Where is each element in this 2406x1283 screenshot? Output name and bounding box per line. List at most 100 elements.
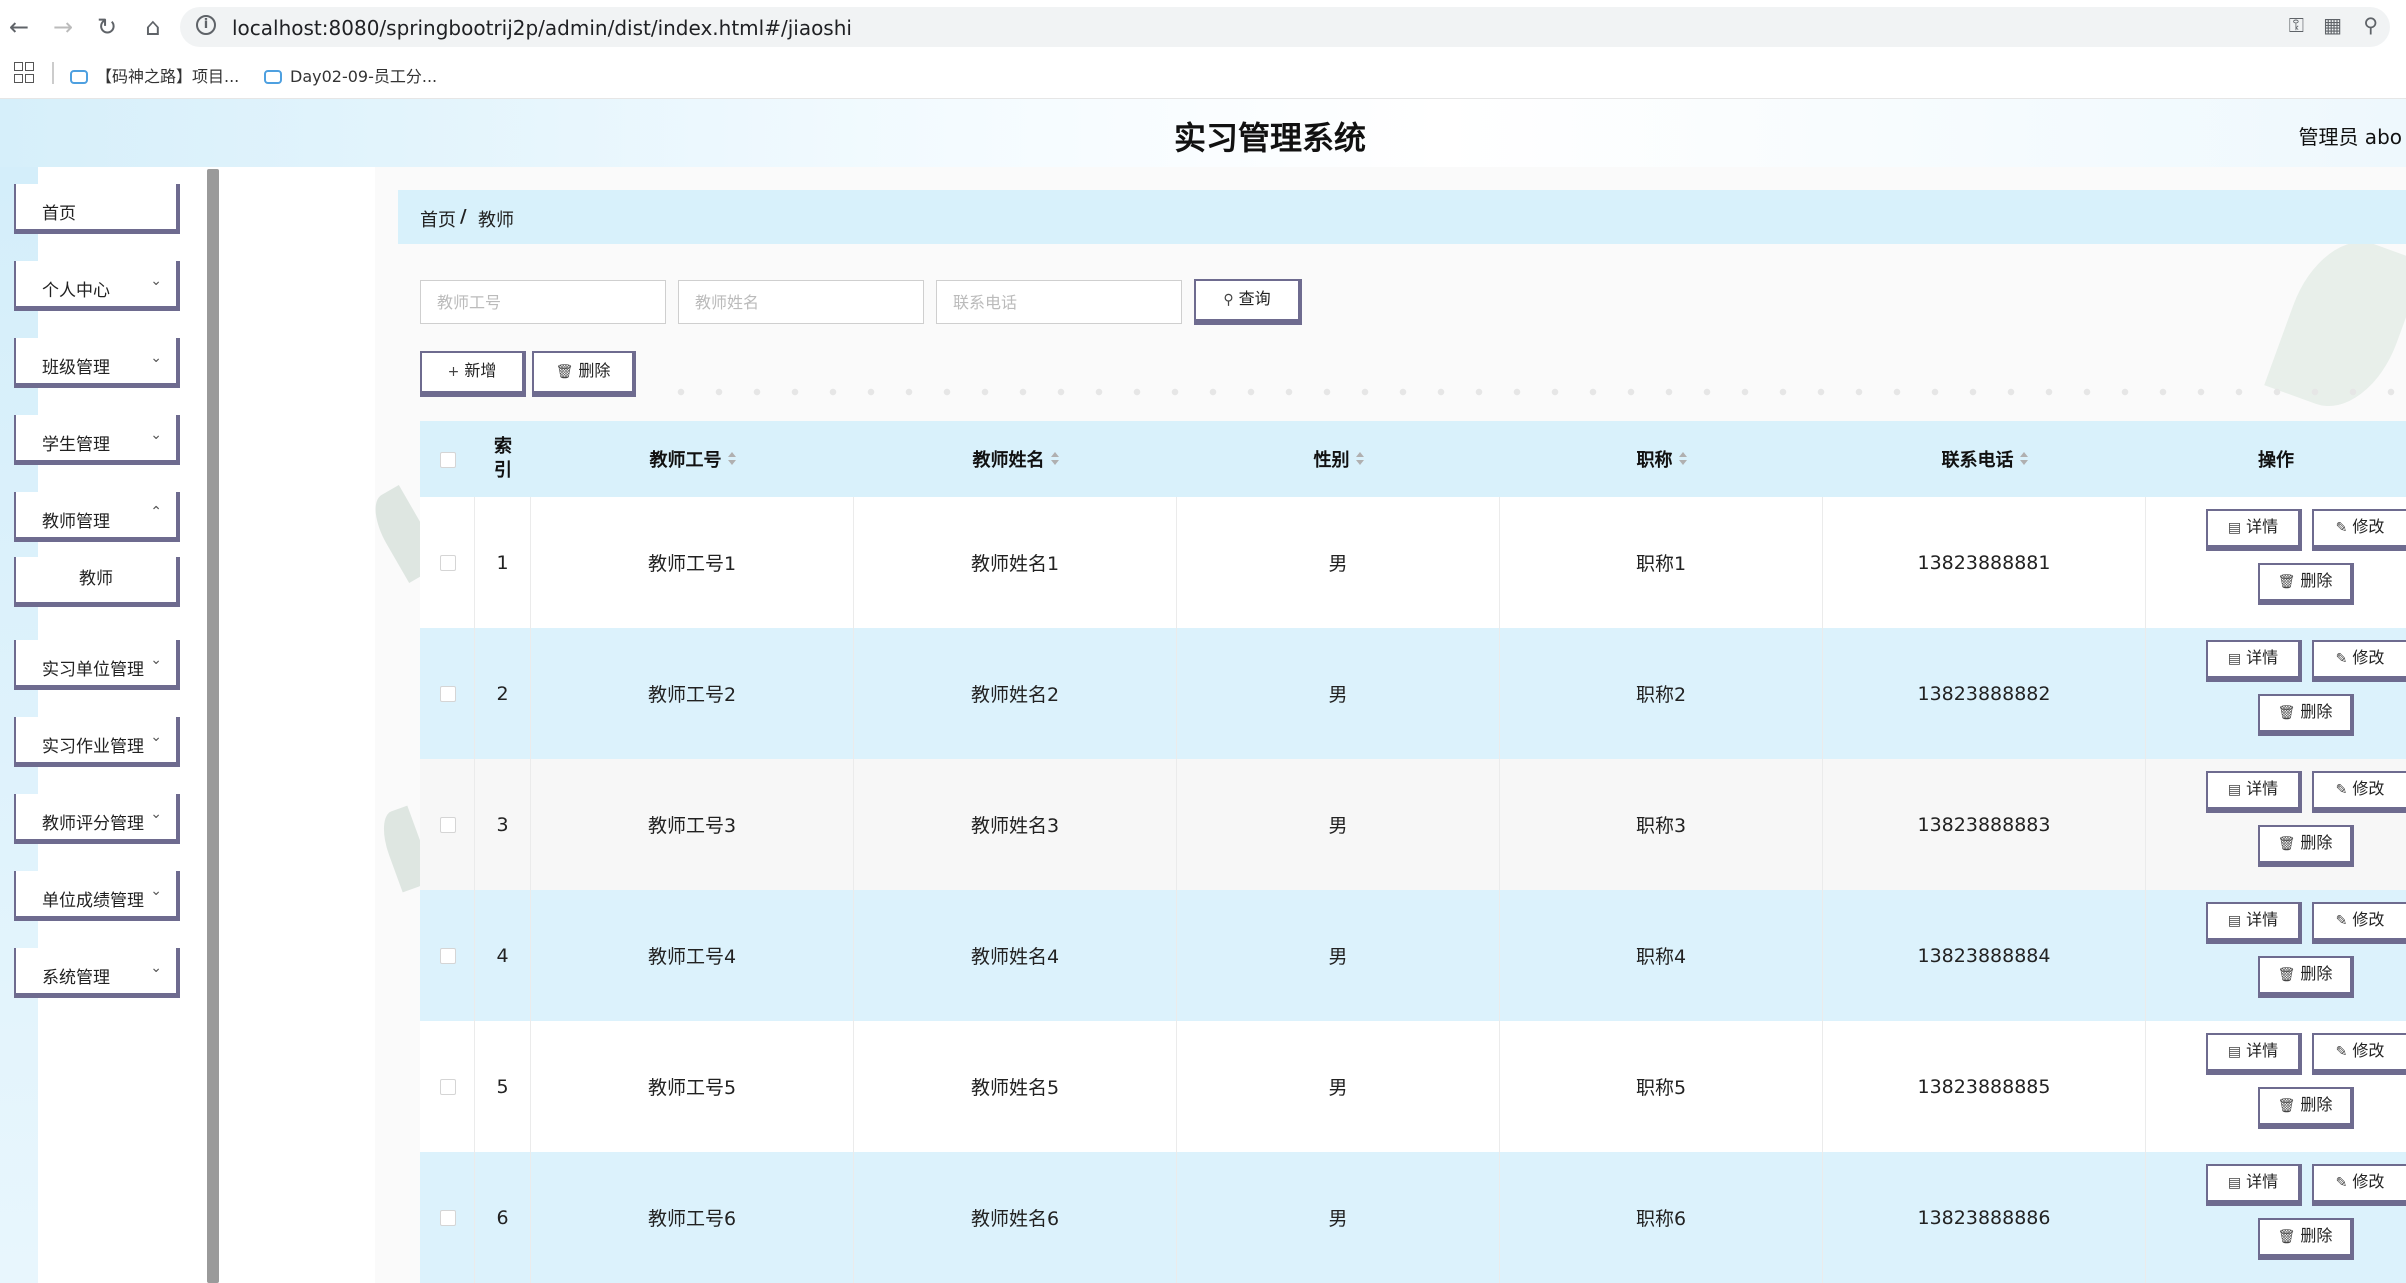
row-select-cell xyxy=(420,890,475,1021)
address-bar[interactable]: i localhost:8080/springbootrij2p/admin/d… xyxy=(180,7,2390,47)
row-delete-button[interactable]: 🗑 删除 xyxy=(2258,563,2354,605)
detail-button[interactable]: ▤ 详情 xyxy=(2206,1164,2302,1206)
zoom-icon[interactable]: ⚲ xyxy=(2363,13,2378,37)
home-icon[interactable]: ⌂ xyxy=(138,12,168,42)
sidebar-item-personal-center[interactable]: 个人中心 ⌄ xyxy=(14,261,180,311)
edit-button[interactable]: ✎ 修改 xyxy=(2312,1033,2406,1075)
index-cell: 2 xyxy=(475,628,531,759)
sidebar-item-teacher-management[interactable]: 教师管理 ⌃ xyxy=(14,492,180,542)
detail-button-label: 详情 xyxy=(2246,517,2279,536)
row-delete-button[interactable]: 🗑 删除 xyxy=(2258,1218,2354,1260)
phone-cell: 13823888881 xyxy=(1823,497,2146,628)
row-checkbox[interactable] xyxy=(440,948,456,964)
detail-button[interactable]: ▤ 详情 xyxy=(2206,1033,2302,1075)
bookmark-item[interactable]: Day02-09-员工分... xyxy=(264,63,437,87)
add-button[interactable]: + 新增 xyxy=(420,351,526,397)
edit-button-label: 修改 xyxy=(2352,1041,2385,1060)
table-row[interactable]: 2 教师工号2 教师姓名2 男职称2 13823888882 ▤ 详情 ✎ 修改 🗑 删除 xyxy=(420,628,2406,759)
row-delete-button[interactable]: 🗑 删除 xyxy=(2258,1087,2354,1129)
index-cell: 6 xyxy=(475,1152,531,1283)
back-arrow-icon[interactable]: ← xyxy=(4,12,34,42)
title-header[interactable]: 职称 xyxy=(1500,421,1823,497)
row-checkbox[interactable] xyxy=(440,686,456,702)
gender-cell: 男 xyxy=(1177,1021,1500,1152)
batch-delete-button[interactable]: 🗑 删除 xyxy=(532,351,636,397)
translate-icon[interactable]: ▦ xyxy=(2323,13,2342,37)
breadcrumb-home[interactable]: 首页 xyxy=(420,206,456,232)
sidebar-item-student-management[interactable]: 学生管理 ⌄ xyxy=(14,415,180,465)
teacher-name-search-input[interactable] xyxy=(678,280,924,324)
sidebar-item-class-management[interactable]: 班级管理 ⌄ xyxy=(14,338,180,388)
reload-icon[interactable]: ↻ xyxy=(92,12,122,42)
edit-button[interactable]: ✎ 修改 xyxy=(2312,771,2406,813)
password-key-icon[interactable]: ⚿ xyxy=(2289,13,2304,37)
gender-cell: 男 xyxy=(1177,628,1500,759)
row-checkbox[interactable] xyxy=(440,1210,456,1226)
detail-button-label: 详情 xyxy=(2246,910,2279,929)
sidebar-subitem-teacher[interactable]: 教师 xyxy=(14,557,180,607)
row-checkbox[interactable] xyxy=(440,817,456,833)
user-info[interactable]: 管理员 abo xyxy=(2298,121,2402,150)
row-checkbox[interactable] xyxy=(440,555,456,571)
site-info-icon[interactable]: i xyxy=(196,15,216,35)
row-checkbox[interactable] xyxy=(440,1079,456,1095)
apps-grid-icon[interactable] xyxy=(14,62,34,83)
table-row[interactable]: 1 教师工号1 教师姓名1 男职称1 13823888881 ▤ 详情 ✎ 修改 🗑 删除 xyxy=(420,497,2406,628)
edit-button[interactable]: ✎ 修改 xyxy=(2312,640,2406,682)
sort-caret-icon[interactable] xyxy=(1678,452,1687,466)
table-row[interactable]: 4 教师工号4 教师姓名4 男职称4 13823888884 ▤ 详情 ✎ 修改 🗑 删除 xyxy=(420,890,2406,1021)
sidebar-item-unit-grade-management[interactable]: 单位成绩管理 ⌄ xyxy=(14,871,180,921)
edit-button-label: 修改 xyxy=(2352,517,2385,536)
detail-button[interactable]: ▤ 详情 xyxy=(2206,771,2302,813)
phone-header[interactable]: 联系电话 xyxy=(1823,421,2146,497)
teacher-no-cell: 教师工号5 xyxy=(531,1021,854,1152)
sidebar-item-teacher-score-management[interactable]: 教师评分管理 ⌄ xyxy=(14,794,180,844)
teacher-name-header[interactable]: 教师姓名 xyxy=(854,421,1177,497)
detail-button-label: 详情 xyxy=(2246,1041,2279,1060)
select-all-checkbox[interactable] xyxy=(440,452,456,468)
sidebar-item-internship-unit-management[interactable]: 实习单位管理 ⌄ xyxy=(14,640,180,690)
ops-cell: ▤ 详情 ✎ 修改 🗑 删除 xyxy=(2146,497,2406,628)
row-delete-button[interactable]: 🗑 删除 xyxy=(2258,825,2354,867)
sort-caret-icon[interactable] xyxy=(1050,452,1059,466)
gender-header[interactable]: 性别 xyxy=(1177,421,1500,497)
detail-button[interactable]: ▤ 详情 xyxy=(2206,902,2302,944)
edit-button[interactable]: ✎ 修改 xyxy=(2312,1164,2406,1206)
phone-search-input[interactable] xyxy=(936,280,1182,324)
sidebar-scrollbar[interactable] xyxy=(207,169,219,1283)
edit-button[interactable]: ✎ 修改 xyxy=(2312,509,2406,551)
app-page: 实习管理系统 管理员 abo 首页 个人中心 ⌄ 班级管理 ⌄ 学生管理 ⌄ 教… xyxy=(0,99,2406,1283)
edit-button-label: 修改 xyxy=(2352,648,2385,667)
query-button[interactable]: ⚲ 查询 xyxy=(1194,279,1302,325)
row-delete-button[interactable]: 🗑 删除 xyxy=(2258,956,2354,998)
sidebar-item-label: 班级管理 xyxy=(42,358,110,378)
table-row[interactable]: 5 教师工号5 教师姓名5 男职称5 13823888885 ▤ 详情 ✎ 修改 🗑 删除 xyxy=(420,1021,2406,1152)
edit-button[interactable]: ✎ 修改 xyxy=(2312,902,2406,944)
title-cell: 职称4 xyxy=(1500,890,1823,1021)
forward-arrow-icon[interactable]: → xyxy=(48,12,78,42)
sidebar-item-label: 实习单位管理 xyxy=(42,660,144,680)
table-row[interactable]: 3 教师工号3 教师姓名3 男职称3 13823888883 ▤ 详情 ✎ 修改 🗑 删除 xyxy=(420,759,2406,890)
sidebar-item-label: 单位成绩管理 xyxy=(42,891,144,911)
phone-cell: 13823888883 xyxy=(1823,759,2146,890)
sidebar-item-home[interactable]: 首页 xyxy=(14,184,180,234)
sidebar-item-internship-homework-management[interactable]: 实习作业管理 ⌄ xyxy=(14,717,180,767)
teacher-no-header[interactable]: 教师工号 xyxy=(531,421,854,497)
detail-button[interactable]: ▤ 详情 xyxy=(2206,509,2302,551)
url-text[interactable]: localhost:8080/springbootrij2p/admin/dis… xyxy=(232,16,852,40)
row-delete-button[interactable]: 🗑 删除 xyxy=(2258,694,2354,736)
teacher-no-header-label: 教师工号 xyxy=(649,450,722,471)
trash-icon: 🗑 xyxy=(2277,836,2296,852)
row-select-cell xyxy=(420,1021,475,1152)
sidebar-item-system-management[interactable]: 系统管理 ⌄ xyxy=(14,948,180,998)
bookmark-item[interactable]: 【码神之路】项目... xyxy=(70,63,239,87)
teacher-no-search-input[interactable] xyxy=(420,280,666,324)
sort-caret-icon[interactable] xyxy=(1355,452,1364,466)
sort-caret-icon[interactable] xyxy=(727,452,736,466)
edit-button-label: 修改 xyxy=(2352,910,2385,929)
sort-caret-icon[interactable] xyxy=(2019,452,2028,466)
chevron-down-icon: ⌄ xyxy=(150,350,162,366)
ops-header: 操作 xyxy=(2146,421,2406,497)
table-row[interactable]: 6 教师工号6 教师姓名6 男职称6 13823888886 ▤ 详情 ✎ 修改 🗑 删除 xyxy=(420,1152,2406,1283)
detail-button[interactable]: ▤ 详情 xyxy=(2206,640,2302,682)
